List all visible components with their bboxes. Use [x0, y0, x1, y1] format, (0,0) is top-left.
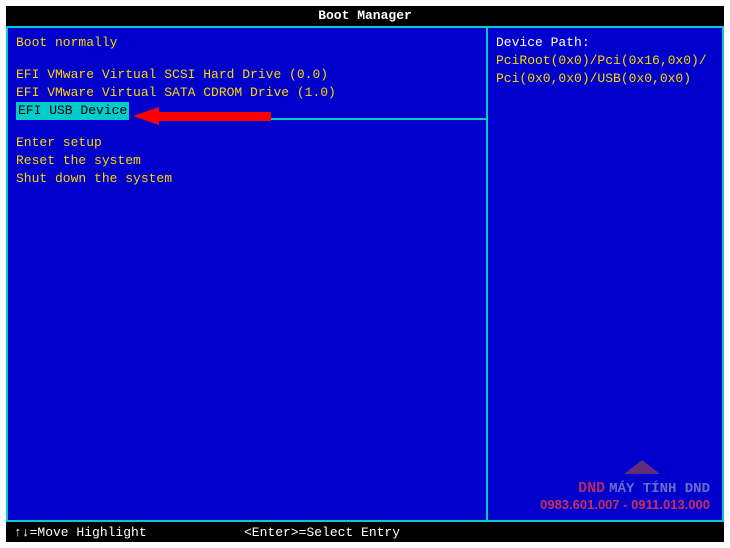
menu-item-boot-normally[interactable]: Boot normally — [16, 34, 478, 52]
screen: Boot Manager Boot normally EFI VMware Vi… — [6, 6, 724, 542]
device-path-value: PciRoot(0x0)/Pci(0x16,0x0)/Pci(0x0,0x0)/… — [496, 52, 714, 88]
menu-item-scsi-drive[interactable]: EFI VMware Virtual SCSI Hard Drive (0.0) — [16, 66, 478, 84]
status-bar: ↑↓=Move Highlight <Enter>=Select Entry — [6, 522, 724, 542]
menu-group-system: Enter setup Reset the system Shut down t… — [16, 134, 478, 188]
content-area: Boot normally EFI VMware Virtual SCSI Ha… — [6, 26, 724, 522]
title-text: Boot Manager — [318, 8, 412, 23]
menu-item-reset[interactable]: Reset the system — [16, 152, 478, 170]
menu-group-normal: Boot normally — [16, 34, 478, 52]
status-hint-move: ↑↓=Move Highlight — [14, 525, 244, 540]
divider-line — [151, 118, 488, 120]
info-pane: Device Path: PciRoot(0x0)/Pci(0x16,0x0)/… — [486, 28, 722, 520]
menu-item-usb-device[interactable]: EFI USB Device — [16, 102, 129, 120]
menu-item-shutdown[interactable]: Shut down the system — [16, 170, 478, 188]
menu-item-sata-cdrom[interactable]: EFI VMware Virtual SATA CDROM Drive (1.0… — [16, 84, 478, 102]
boot-menu-pane[interactable]: Boot normally EFI VMware Virtual SCSI Ha… — [8, 28, 486, 520]
status-hint-select: <Enter>=Select Entry — [244, 525, 716, 540]
device-path-label: Device Path: — [496, 34, 714, 52]
menu-group-devices: EFI VMware Virtual SCSI Hard Drive (0.0)… — [16, 66, 478, 120]
menu-item-enter-setup[interactable]: Enter setup — [16, 134, 478, 152]
title-bar: Boot Manager — [6, 6, 724, 26]
